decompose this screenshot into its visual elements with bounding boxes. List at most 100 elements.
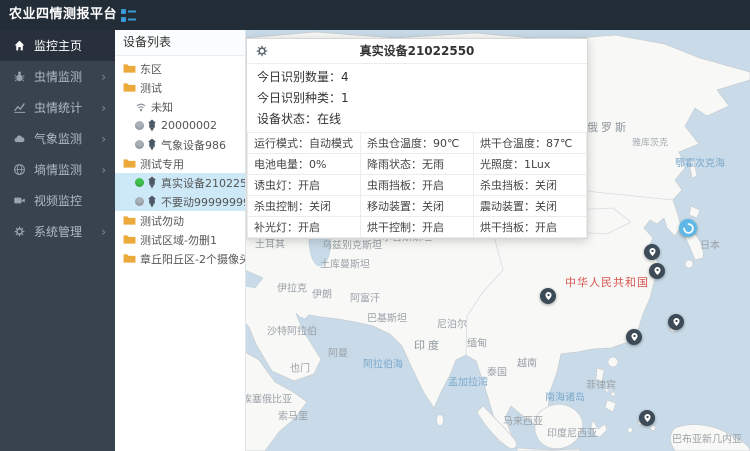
chevron-right-icon: › — [101, 132, 115, 146]
map-label: 伊朗 — [312, 286, 332, 301]
tree-item[interactable]: 测试专用 — [115, 154, 245, 173]
sidebar-item-system-manage[interactable]: 系统管理 › — [0, 216, 115, 247]
tree-item-label: 测试 — [140, 80, 162, 96]
chevron-right-icon: › — [101, 101, 115, 115]
popup-table-cell: 诱虫灯：开启 — [248, 175, 361, 196]
tree-item-label: 章丘阳丘区-2个摄像头 — [140, 251, 245, 267]
map-label-country-highlight: 中华人民共和国 — [565, 274, 649, 290]
popup-table-cell: 电池电量：0% — [248, 154, 361, 175]
popup-table-cell: 震动装置：关闭 — [474, 196, 587, 217]
map-label: 泰国 — [487, 364, 507, 379]
map-label: 阿曼 — [328, 345, 348, 360]
map-label: 马来西亚 — [503, 413, 543, 428]
status-dot-offline — [135, 197, 144, 206]
popup-info: 今日识别数量：4今日识别种类：1设备状态：在线 — [247, 64, 587, 132]
tree-item-label: 测试专用 — [140, 156, 184, 172]
status-dot-offline — [135, 121, 144, 130]
map-label: 沙特阿拉伯 — [267, 323, 317, 338]
tree-item-label: 东区 — [140, 61, 162, 77]
sidebar-item-label: 监控主页 — [34, 37, 82, 54]
map-label-sea: 鄂霍次克海 — [675, 155, 725, 170]
sidebar: 监控主页虫情监测›虫情统计›气象监测›墒情监测›视频监控系统管理› — [0, 30, 115, 451]
device-icon — [147, 176, 157, 189]
bug-icon — [13, 70, 27, 84]
device-map-marker[interactable] — [668, 314, 684, 330]
popup-table: 运行模式：自动模式杀虫仓温度：90℃烘干仓温度：87℃电池电量：0%降雨状态：无… — [248, 133, 587, 238]
map-label: 也门 — [290, 360, 310, 375]
tree-item-label: 测试区域-勿删1 — [140, 232, 217, 248]
map-label: 伊拉克 — [277, 280, 307, 295]
folder-icon — [123, 63, 136, 74]
tree-item[interactable]: 测试区域-勿删1 — [115, 230, 245, 249]
chevron-right-icon: › — [101, 225, 115, 239]
popup-table-cell: 烘干挡板：开启 — [474, 217, 587, 238]
tree-item-label: 测试勿动 — [140, 213, 184, 229]
map-label: 雅库茨克 — [632, 136, 668, 149]
top-header: 农业四情测报平台 — [0, 0, 750, 30]
app-root: 农业四情测报平台 监控主页虫情监测›虫情统计›气象监测›墒情监测›视频监控系统管… — [0, 0, 750, 451]
tree-item[interactable]: 未知 — [115, 97, 245, 116]
tree-item[interactable]: 测试 — [115, 78, 245, 97]
chevron-right-icon: › — [101, 163, 115, 177]
map-label: 尼泊尔 — [437, 316, 467, 331]
map-label: 土库曼斯坦 — [320, 256, 370, 271]
map-area[interactable]: 俄罗斯莫斯科新西伯利亚雅库茨克鄂霍次克海哈萨克斯坦蒙古国乌克兰土耳其乌兹别克斯坦… — [245, 30, 750, 451]
tree-item[interactable]: 气象设备986 — [115, 135, 245, 154]
tree-item[interactable]: 章丘阳丘区-2个摄像头 — [115, 249, 245, 268]
device-map-marker[interactable] — [626, 329, 642, 345]
device-map-marker[interactable] — [649, 263, 665, 279]
map-label: 索马里 — [278, 408, 308, 423]
popup-table-cell: 杀虫仓温度：90℃ — [361, 133, 474, 154]
popup-info-row: 设备状态：在线 — [247, 108, 587, 129]
popup-header: 真实设备21022550 — [247, 39, 587, 64]
status-dot-offline — [135, 140, 144, 149]
sidebar-item-label: 虫情统计 — [34, 99, 82, 116]
weather-map-marker[interactable] — [679, 219, 697, 237]
settings-gear-icon[interactable] — [255, 44, 269, 58]
tree-item[interactable]: 不要动99999999 — [115, 192, 245, 211]
popup-table-cell: 光照度：1Lux — [474, 154, 587, 175]
sidebar-item-label: 气象监测 — [34, 130, 82, 147]
app-title: 农业四情测报平台 — [9, 0, 117, 30]
map-label: 缅甸 — [467, 335, 487, 350]
folder-icon — [123, 158, 136, 169]
sidebar-item-weather-monitor[interactable]: 气象监测 › — [0, 123, 115, 154]
sidebar-item-label: 系统管理 — [34, 223, 82, 240]
map-label: 菲律宾 — [586, 377, 616, 392]
map-label: 阿富汗 — [350, 290, 380, 305]
device-info-popup: 真实设备21022550 今日识别数量：4今日识别种类：1设备状态：在线 运行模… — [246, 38, 588, 239]
tree-toggle-icon[interactable] — [121, 8, 137, 22]
sidebar-item-label: 虫情监测 — [34, 68, 82, 85]
tree-item-label: 20000002 — [161, 119, 217, 132]
tree-item[interactable]: 测试勿动 — [115, 211, 245, 230]
map-label: 印度 — [414, 337, 442, 353]
video-icon — [13, 194, 27, 208]
sidebar-item-monitor-home[interactable]: 监控主页 — [0, 30, 115, 61]
tree-item[interactable]: 真实设备21022550 — [115, 173, 245, 192]
device-panel: 设备列表 东区测试未知20000002气象设备986测试专用真实设备210225… — [115, 30, 246, 451]
gear-icon — [13, 225, 27, 239]
map-label: 印度尼西亚 — [547, 425, 597, 440]
sidebar-item-video-monitor[interactable]: 视频监控 — [0, 185, 115, 216]
sidebar-item-insect-monitor[interactable]: 虫情监测 › — [0, 61, 115, 92]
home-icon — [13, 39, 27, 53]
popup-table-cell: 烘干控制：开启 — [361, 217, 474, 238]
chevron-right-icon: › — [101, 70, 115, 84]
device-tree: 东区测试未知 20000002 气象设备986 测试专用真实设备21022550不要动… — [115, 56, 245, 268]
device-icon — [147, 195, 157, 208]
sidebar-item-soil-monitor[interactable]: 墒情监测› — [0, 154, 115, 185]
popup-table-cell: 烘干仓温度：87℃ — [474, 133, 587, 154]
device-map-marker[interactable] — [639, 410, 655, 426]
tree-item[interactable]: 东区 — [115, 59, 245, 78]
device-map-marker[interactable] — [540, 288, 556, 304]
device-map-marker[interactable] — [644, 244, 660, 260]
globe-icon — [13, 163, 27, 177]
sidebar-item-insect-stats[interactable]: 虫情统计 › — [0, 92, 115, 123]
map-label: 埃塞俄比亚 — [245, 391, 292, 406]
popup-table-cell: 运行模式：自动模式 — [248, 133, 361, 154]
device-icon — [147, 138, 157, 151]
map-label: 巴基斯坦 — [367, 310, 407, 325]
folder-icon — [123, 234, 136, 245]
tree-item[interactable]: 20000002 — [115, 116, 245, 135]
chart-icon — [13, 101, 27, 115]
